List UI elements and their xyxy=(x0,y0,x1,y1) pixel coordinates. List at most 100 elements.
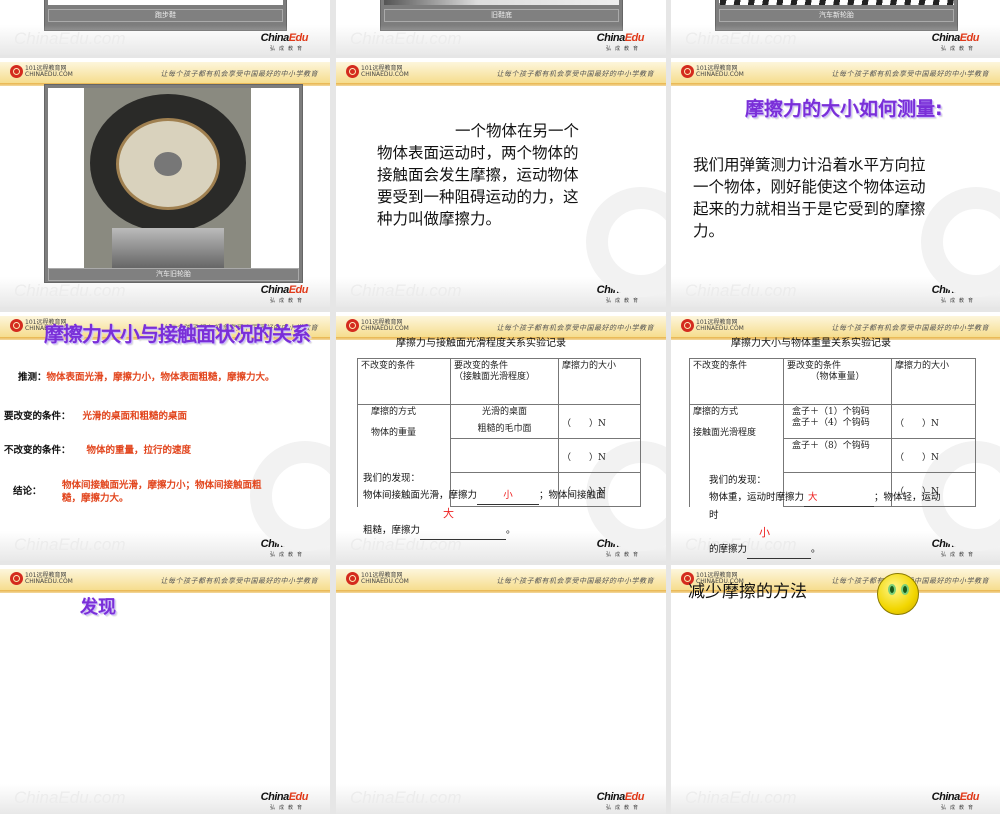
site-logo: 101远程教育网 CHINAEDU.COM xyxy=(10,65,73,78)
slide-thumbnail-7[interactable]: 101远程教育网 CHINAEDU.COM 让每个孩子都有机会享受中国最好的中小学… xyxy=(0,312,330,561)
header-divider xyxy=(671,83,1000,86)
table-cell: 盒子＋（8）个钩码 xyxy=(783,438,892,473)
hypothesis-row: 推测：物体表面光滑，摩擦力小，物体表面粗糙，摩擦力大。 xyxy=(18,369,275,383)
text-line: 力。 xyxy=(693,222,725,240)
slogan: 让每个孩子都有机会享受中国最好的中小学教育 xyxy=(496,70,654,78)
chinaedu-logo: ChinaEdu xyxy=(932,791,980,803)
logo-ring-icon xyxy=(346,319,359,332)
changed-condition-row: 要改变的条件： 光滑的桌面和粗糙的桌面 xyxy=(4,408,187,422)
slide-title: 减少摩擦的方法 xyxy=(688,582,807,602)
watermark: ChinaEdu.com xyxy=(14,788,126,807)
answer-text: 小 xyxy=(759,526,770,539)
header-text: 要改变的条件 xyxy=(787,361,842,371)
watermark: ChinaEdu.com xyxy=(685,788,797,807)
logo-ring-icon xyxy=(10,319,23,332)
slide-title: 发现 xyxy=(80,597,116,618)
brand-b: Edu xyxy=(624,791,645,803)
cell-text: 摩擦的方式 xyxy=(693,407,739,417)
chinaedu-logo: ChinaEdu xyxy=(261,284,309,296)
body-text: 我们用弹簧测力计沿着水平方向拉 一个物体，刚好能使这个物体运动 起来的力就相当于… xyxy=(693,154,926,242)
cell-text: 摩擦的方式 xyxy=(371,407,417,417)
table-title: 摩擦力与接触面光滑程度关系实验记录 xyxy=(396,338,566,349)
brand-sub: 弘成教育 xyxy=(940,46,977,52)
slide-title: 摩擦力大小与接触面状况的关系 xyxy=(44,322,311,346)
slide-thumbnail-6[interactable]: 101远程教育网 CHINAEDU.COM 让每个孩子都有机会享受中国最好的中小学… xyxy=(671,58,1000,307)
force-cell: （ ）N xyxy=(558,404,641,439)
slide-thumbnail-9[interactable]: 101远程教育网 CHINAEDU.COM 让每个孩子都有机会享受中国最好的中小学… xyxy=(671,312,1000,561)
finding-text: 物体重，运动时摩擦力 xyxy=(709,492,805,503)
cell-text: 接触面光滑程度 xyxy=(693,428,757,438)
brand-sub: 弘成教育 xyxy=(605,46,642,52)
header-subtext: （物体重量） xyxy=(810,372,865,382)
slide-thumbnail-8[interactable]: 101远程教育网 CHINAEDU.COM 让每个孩子都有机会享受中国最好的中小学… xyxy=(336,312,666,561)
site-logo: 101远程教育网 CHINAEDU.COM xyxy=(346,319,409,332)
watermark: ChinaEdu.com xyxy=(350,788,462,807)
watermark: ChinaEdu.com xyxy=(14,29,126,48)
header-cell: 不改变的条件 xyxy=(689,358,784,405)
definition-text: 一个物体在另一个 物体表面运动时，两个物体的 接触面会发生摩擦，运动物体 要受到… xyxy=(377,120,579,230)
answer-text: 大 xyxy=(443,507,454,520)
brand-b: Edu xyxy=(288,284,309,296)
text-line: 一个物体在另一个 xyxy=(455,122,580,140)
brand-a: China xyxy=(596,791,626,803)
finding-text: ；物体间接触面 xyxy=(539,490,606,501)
text-line: 一个物体，刚好能使这个物体运动 xyxy=(693,178,926,196)
slide-thumbnail-1[interactable]: 跑步鞋 ChinaEdu.com ChinaEdu 弘成教育 xyxy=(0,0,330,55)
answer-blank: 小 xyxy=(477,487,540,505)
text-line: 接触面会发生摩擦，运动物体 xyxy=(377,166,579,184)
header-divider xyxy=(0,590,330,593)
slogan: 让每个孩子都有机会享受中国最好的中小学教育 xyxy=(831,70,989,78)
logo-en: CHINAEDU.COM xyxy=(361,577,409,585)
logo-ring-icon xyxy=(10,572,23,585)
slide-thumbnail-12[interactable]: 101远程教育网CHINAEDU.COM 让每个孩子都有机会享受中国最好的中小学… xyxy=(671,565,1000,814)
table-title: 摩擦力大小与物体重量关系实验记录 xyxy=(731,338,891,349)
table-cell: 盒子＋（1）个钩码 盒子＋（4）个钩码 xyxy=(783,404,892,439)
text-line: 要受到一种阻碍运动的力，这 xyxy=(377,188,579,206)
slide-thumbnail-10[interactable]: 101远程教育网 CHINAEDU.COM 让每个孩子都有机会享受中国最好的中小学… xyxy=(0,565,330,814)
watermark: ChinaEdu.com xyxy=(350,281,462,300)
watermark: ChinaEdu.com xyxy=(350,29,462,48)
logo-en: CHINAEDU.COM xyxy=(25,577,73,585)
photo-caption: 汽车新轮胎 xyxy=(719,9,954,22)
slide-thumbnail-4[interactable]: 101远程教育网 CHINAEDU.COM 让每个孩子都有机会享受中国最好的中小学… xyxy=(0,58,330,307)
chinaedu-logo: ChinaEdu xyxy=(261,791,309,803)
conclusion-value: 物体间接触面光滑，摩擦力小；物体间接触面粗糙，摩擦力大。 xyxy=(62,480,262,504)
item-label: 不改变的条件： xyxy=(4,445,71,456)
logo-en: CHINAEDU.COM xyxy=(696,70,744,78)
brand-sub: 弘成教育 xyxy=(269,805,306,811)
tire-photo xyxy=(84,88,251,268)
header-divider xyxy=(336,590,666,593)
brand-a: China xyxy=(931,32,961,44)
logo-en: CHINAEDU.COM xyxy=(696,324,744,332)
brand-b: Edu xyxy=(959,791,980,803)
photo-caption: 旧鞋底 xyxy=(384,9,619,22)
site-logo: 101远程教育网 CHINAEDU.COM xyxy=(346,65,409,78)
table-cell: 光滑的桌面 粗糙的毛巾面 xyxy=(450,404,559,439)
findings-label: 我们的发现： xyxy=(363,473,421,484)
force-cell: （ ）N xyxy=(891,438,976,473)
item-value: 物体表面光滑，摩擦力小，物体表面粗糙，摩擦力大。 xyxy=(46,372,275,383)
logo-ring-icon xyxy=(681,319,694,332)
finding-text: 的摩擦力 xyxy=(709,544,748,555)
brand-sub: 弘成教育 xyxy=(269,552,306,558)
findings-label: 我们的发现： xyxy=(709,475,767,486)
finding-text: 物体间接触面光滑，摩擦力 xyxy=(363,490,478,501)
slogan: 让每个孩子都有机会享受中国最好的中小学教育 xyxy=(496,577,654,585)
header-divider xyxy=(336,83,666,86)
logo-en: CHINAEDU.COM xyxy=(361,324,409,332)
slide-thumbnail-2[interactable]: 旧鞋底 ChinaEdu.com ChinaEdu 弘成教育 xyxy=(336,0,666,55)
findings: 我们的发现： 物体间接触面光滑，摩擦力小；物体间接触面 大 粗糙，摩擦力 。 xyxy=(363,470,608,540)
brand-a: China xyxy=(260,32,290,44)
logo-ring-icon xyxy=(10,65,23,78)
watermark: ChinaEdu.com xyxy=(685,281,797,300)
logo-en: CHINAEDU.COM xyxy=(361,70,409,78)
site-logo: 101远程教育网 CHINAEDU.COM xyxy=(346,572,409,585)
slide-thumbnail-11[interactable]: 101远程教育网 CHINAEDU.COM 让每个孩子都有机会享受中国最好的中小学… xyxy=(336,565,666,814)
text-line: 物体表面运动时，两个物体的 xyxy=(377,144,579,162)
slide-title: 摩擦力的大小如何测量: xyxy=(745,98,943,120)
slide-thumbnail-3[interactable]: 汽车新轮胎 ChinaEdu.com ChinaEdu 弘成教育 xyxy=(671,0,1000,55)
slide-thumbnail-5[interactable]: 101远程教育网 CHINAEDU.COM 让每个孩子都有机会享受中国最好的中小学… xyxy=(336,58,666,307)
table-cell xyxy=(450,438,559,473)
photo-caption: 汽车旧轮胎 xyxy=(48,268,299,281)
brand-sub: 弘成教育 xyxy=(605,298,642,304)
